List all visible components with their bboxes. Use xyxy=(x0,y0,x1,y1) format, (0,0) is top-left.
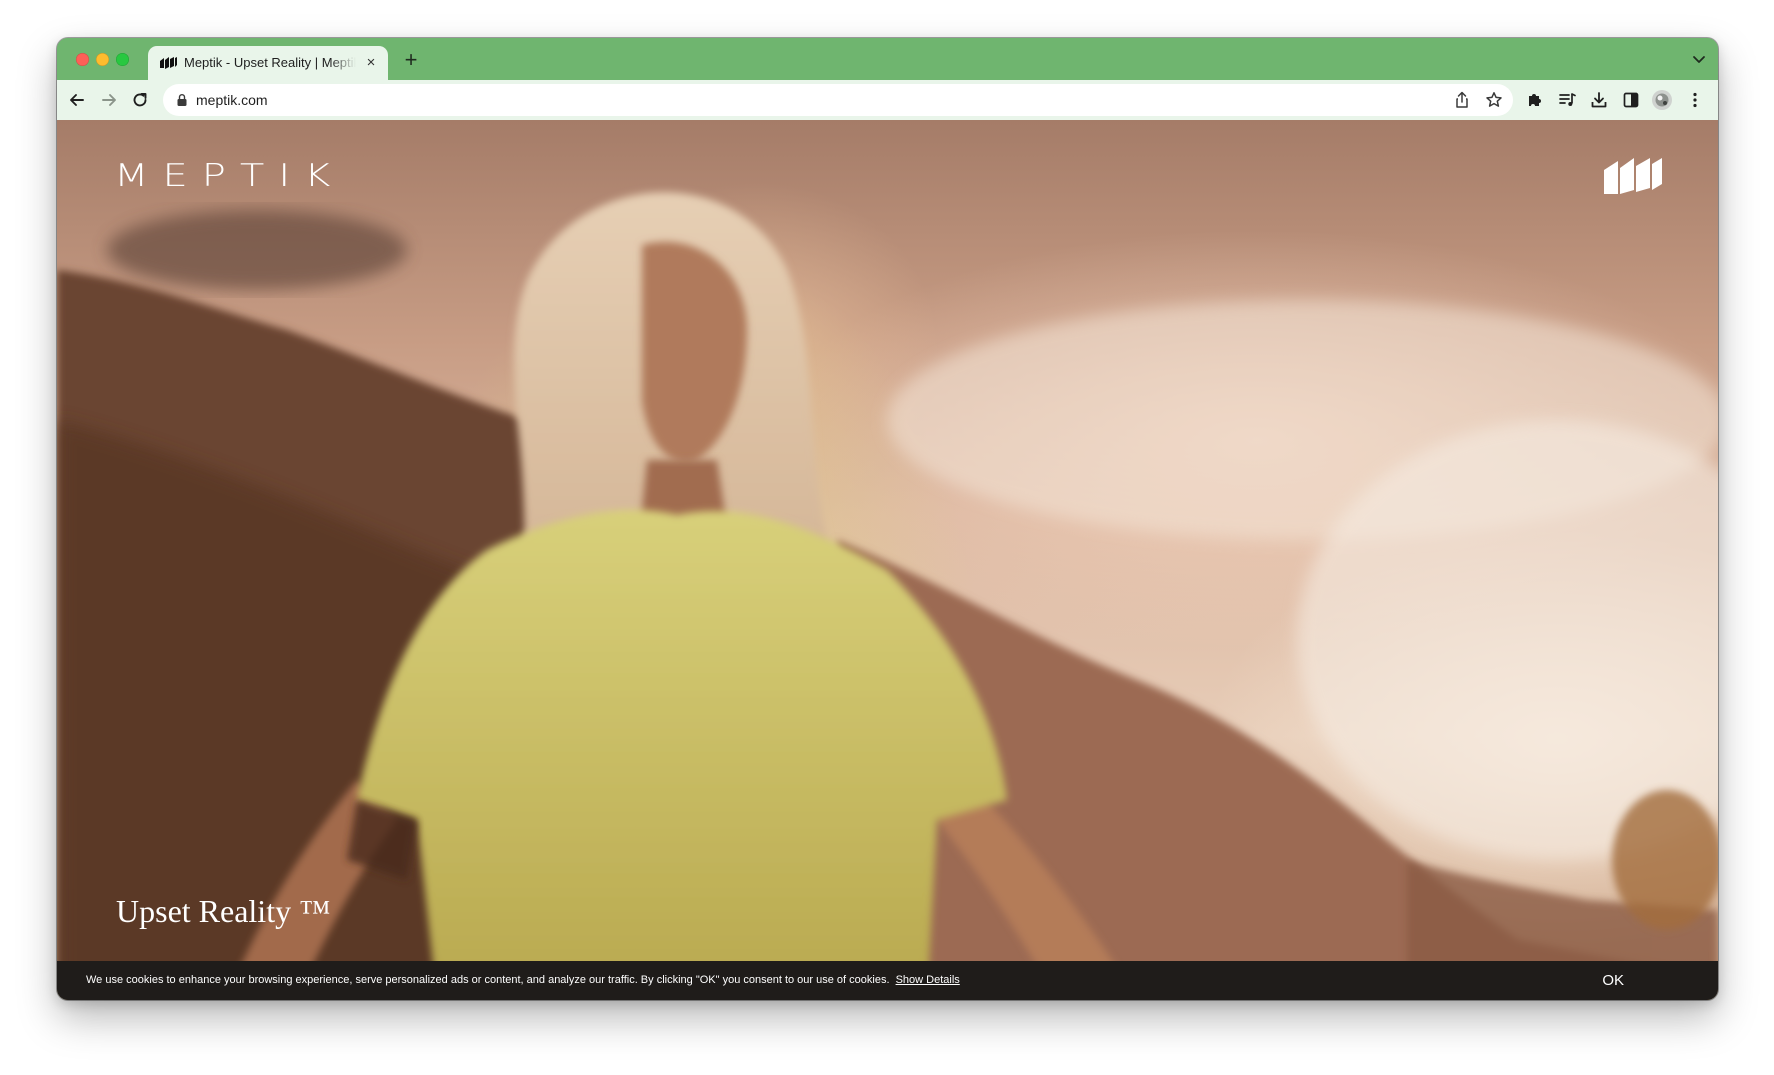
browser-menu-button[interactable] xyxy=(1684,89,1706,111)
tab-strip: Meptik - Upset Reality | Meptik × + xyxy=(57,38,1718,80)
tab-title: Meptik - Upset Reality | Meptik xyxy=(184,55,356,70)
avatar xyxy=(1652,90,1672,110)
side-panel-icon xyxy=(1623,92,1639,108)
playlist-music-icon xyxy=(1559,93,1576,106)
minimize-window-button[interactable] xyxy=(96,53,109,66)
cookie-consent-banner: We use cookies to enhance your browsing … xyxy=(57,961,1718,1000)
cookie-consent-text: We use cookies to enhance your browsing … xyxy=(86,974,960,986)
hero-title: Upset Reality ™ xyxy=(116,893,331,929)
bookmark-star-icon[interactable] xyxy=(1484,90,1504,110)
forward-arrow-icon xyxy=(102,94,116,106)
show-details-link[interactable]: Show Details xyxy=(896,974,960,986)
download-icon xyxy=(1591,92,1607,108)
fullscreen-window-button[interactable] xyxy=(116,53,129,66)
url-text[interactable]: meptik.com xyxy=(196,92,268,108)
media-controls-button[interactable] xyxy=(1556,89,1578,111)
side-panel-button[interactable] xyxy=(1620,89,1642,111)
downloads-button[interactable] xyxy=(1588,89,1610,111)
address-bar[interactable]: meptik.com xyxy=(163,84,1513,116)
meptik-favicon-icon xyxy=(160,57,177,69)
kebab-menu-icon xyxy=(1693,92,1697,108)
forward-button[interactable] xyxy=(98,89,120,111)
browser-window: Meptik - Upset Reality | Meptik × + mept… xyxy=(57,38,1718,1000)
back-arrow-icon xyxy=(70,94,84,106)
web-page: MEPTIK Upset Reality ™ We use cookies to… xyxy=(57,120,1718,1000)
new-tab-button[interactable]: + xyxy=(398,47,424,73)
browser-tab-active[interactable]: Meptik - Upset Reality | Meptik × xyxy=(148,46,388,80)
tab-search-chevron-icon[interactable] xyxy=(1690,50,1708,68)
close-window-button[interactable] xyxy=(76,53,89,66)
share-icon[interactable] xyxy=(1452,90,1472,110)
profile-avatar-button[interactable] xyxy=(1651,89,1673,111)
back-button[interactable] xyxy=(66,89,88,111)
cookie-message: We use cookies to enhance your browsing … xyxy=(86,974,890,986)
meptik-monogram-icon[interactable] xyxy=(1604,158,1662,194)
extensions-button[interactable] xyxy=(1524,89,1546,111)
lock-icon xyxy=(177,94,187,106)
hero-background-image xyxy=(57,192,1718,1000)
reload-icon xyxy=(133,93,147,107)
browser-toolbar: meptik.com xyxy=(57,80,1718,120)
cookie-ok-button[interactable]: OK xyxy=(1598,970,1628,991)
reload-button[interactable] xyxy=(129,89,151,111)
meptik-wordmark-logo[interactable]: MEPTIK xyxy=(114,158,344,194)
puzzle-piece-icon xyxy=(1529,94,1541,106)
tab-close-icon[interactable]: × xyxy=(362,54,380,72)
